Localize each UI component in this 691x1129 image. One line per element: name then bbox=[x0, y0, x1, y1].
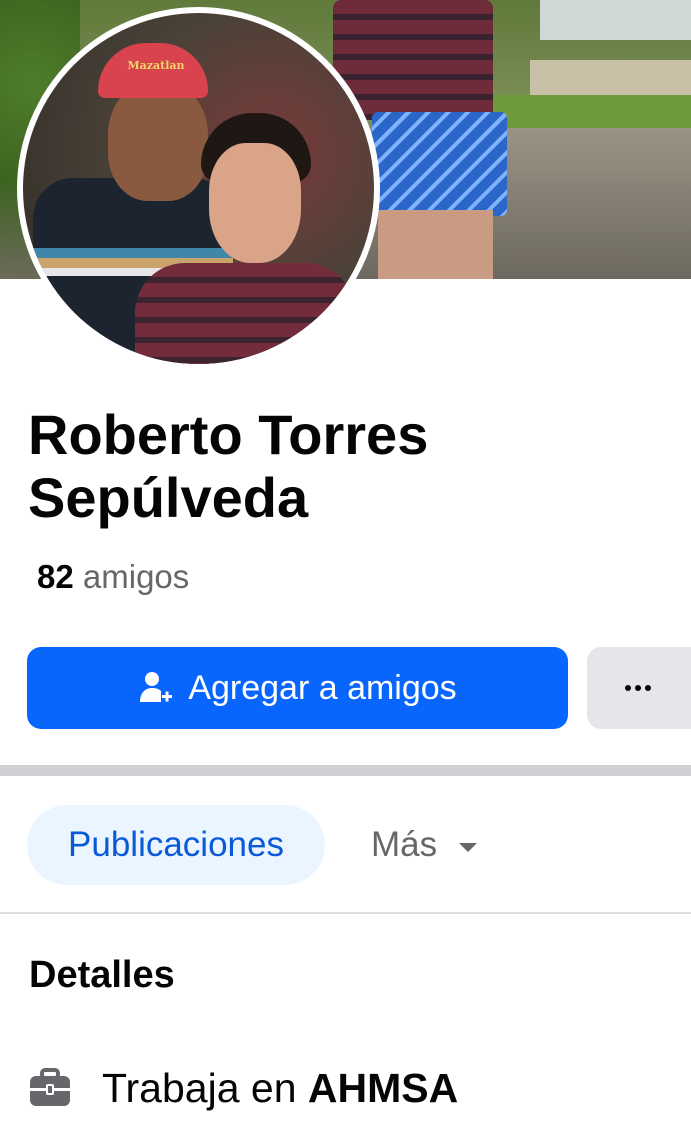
more-options-button[interactable] bbox=[587, 647, 691, 729]
tab-publicaciones[interactable]: Publicaciones bbox=[27, 805, 325, 885]
briefcase-icon bbox=[30, 1068, 70, 1106]
profile-avatar[interactable]: Mazatlan bbox=[23, 13, 374, 364]
profile-name: Roberto Torres Sepúlveda bbox=[28, 403, 429, 529]
section-divider bbox=[0, 765, 691, 776]
add-friend-button[interactable]: Agregar a amigos bbox=[27, 647, 568, 729]
add-friend-icon bbox=[140, 672, 173, 702]
caret-down-icon bbox=[459, 842, 478, 852]
tab-more[interactable]: Más bbox=[371, 805, 478, 885]
details-title: Detalles bbox=[29, 954, 175, 996]
friends-count-label: amigos bbox=[82, 558, 190, 595]
tabs-divider bbox=[0, 912, 691, 914]
work-company[interactable]: AHMSA bbox=[308, 1065, 458, 1111]
tab-more-label: Más bbox=[371, 825, 438, 864]
avatar-boy-shirt bbox=[135, 263, 355, 364]
cover-sky bbox=[540, 0, 691, 40]
add-friend-label: Agregar a amigos bbox=[188, 668, 457, 707]
cover-person-legs bbox=[378, 210, 493, 279]
work-prefix: Trabaja en bbox=[102, 1064, 297, 1111]
work-detail-row: Trabaja en AHMSA bbox=[28, 1060, 458, 1116]
more-dots-icon bbox=[625, 685, 651, 691]
friends-count[interactable]: 82 amigos bbox=[37, 558, 189, 596]
avatar-boy-face bbox=[209, 143, 301, 263]
cover-person-shorts bbox=[372, 112, 507, 216]
tab-publicaciones-label: Publicaciones bbox=[68, 825, 284, 864]
avatar-man-face bbox=[108, 81, 208, 201]
friends-count-number: 82 bbox=[37, 558, 74, 595]
avatar-cap-text: Mazatlan bbox=[127, 59, 185, 72]
